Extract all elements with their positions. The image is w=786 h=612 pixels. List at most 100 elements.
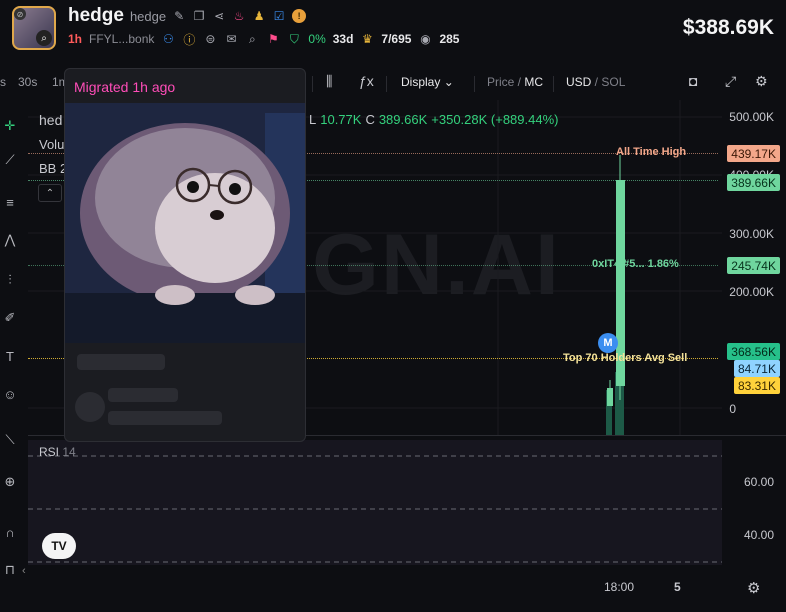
- market-cap-price: $388.69K: [682, 16, 774, 39]
- holders-age: 33d: [332, 32, 354, 46]
- token-name: hedge: [68, 5, 124, 26]
- price-option[interactable]: Price: [487, 75, 514, 89]
- magnet-icon[interactable]: ∩: [2, 524, 18, 540]
- mc-option[interactable]: MC: [524, 75, 543, 89]
- x-axis-label: 5: [674, 580, 681, 594]
- chat-icon[interactable]: ✉: [224, 32, 238, 46]
- drawing-tools-sidebar: ✛ ⟋ ≡ ⋀ ⫶ ✐ T ☺ ⟍ ⊕ ∩ ⊓: [0, 110, 20, 612]
- token-preview-popover: Migrated 1h ago: [64, 68, 306, 442]
- rsi-chart: [28, 455, 722, 563]
- bundle-icon: ⚑: [268, 32, 279, 46]
- rsi-label: RSI: [39, 445, 60, 459]
- marker-price-tag: 84.71K: [733, 360, 780, 377]
- y-axis-label: 0: [729, 402, 736, 416]
- toolbar-divider: [386, 76, 387, 92]
- eye-right: [229, 183, 241, 195]
- currency-toggle[interactable]: USD / SOL: [566, 75, 625, 89]
- coin-badge-icon: !: [292, 9, 307, 23]
- indicators-button[interactable]: ƒx: [359, 73, 374, 89]
- copy-icon[interactable]: ❐: [192, 9, 206, 23]
- token-meta-row: 1h FFYL...bonk ⚇ ⓘ ⊜ ✉ ⌕ ⚑ ⛉ 0% 33d ♛ 7/…: [68, 31, 459, 47]
- eye-icon: ◉: [420, 32, 431, 46]
- glasses-bridge: [208, 184, 220, 187]
- avg-buy-price-tag: 83.31K: [733, 377, 780, 394]
- token-image: [65, 103, 305, 343]
- crosshair-icon[interactable]: ✛: [2, 118, 18, 134]
- candle-type-icon[interactable]: ⫼: [326, 73, 332, 90]
- display-dropdown[interactable]: Display ⌄: [401, 75, 454, 89]
- top-holders-icon: ⛉: [289, 31, 299, 46]
- sol-option[interactable]: SOL: [601, 75, 625, 89]
- chevron-left-icon[interactable]: ‹: [22, 565, 26, 577]
- y-axis-label: 200.00K: [729, 285, 774, 299]
- settings-icon[interactable]: ⚙: [755, 73, 768, 90]
- fullscreen-icon[interactable]: ⤢: [725, 73, 736, 90]
- y-axis-label: 300.00K: [729, 227, 774, 241]
- contract-address[interactable]: FFYL...bonk: [89, 32, 154, 46]
- change-value: +350.28K (+889.44%): [431, 112, 559, 127]
- timeframe-30s[interactable]: 30s: [18, 75, 37, 89]
- holders-icon: ⚇: [163, 32, 174, 46]
- verified-edit-icon[interactable]: ☑: [272, 9, 286, 23]
- loading-skeleton: [77, 354, 165, 370]
- ath-annotation: All Time High: [616, 146, 687, 158]
- ruler-icon[interactable]: ⟍: [2, 432, 18, 448]
- close-value: 389.66K: [378, 112, 428, 127]
- edit-icon[interactable]: ✎: [172, 9, 186, 23]
- token-header: ⊘ ⌕ hedge hedge ✎ ❐ ⋖ ♨ ♟ ☑ ! 1h FFYL...…: [0, 0, 786, 58]
- emoji-icon[interactable]: ☺: [2, 386, 18, 402]
- candle-body[interactable]: [607, 388, 613, 406]
- toolbar-divider: [312, 76, 313, 92]
- migrated-title: Migrated 1h ago: [74, 79, 176, 95]
- token-age: 1h: [68, 32, 83, 46]
- low-label: L: [309, 112, 317, 127]
- search-icon[interactable]: ⌕: [245, 32, 259, 46]
- avg-sell-price-tag: 368.56K: [727, 343, 780, 360]
- search-icon[interactable]: ⌕: [36, 30, 52, 46]
- loading-skeleton-avatar: [75, 392, 105, 422]
- trendline-icon[interactable]: ⟋: [2, 152, 18, 168]
- token-avatar[interactable]: ⊘ ⌕: [12, 6, 56, 50]
- rsi-legend[interactable]: RSI 14: [39, 445, 76, 459]
- flame-icon: ♨: [233, 9, 245, 23]
- dev-price-tag: 245.74K: [727, 257, 780, 274]
- users-icon: ♟: [253, 9, 265, 23]
- pattern-icon[interactable]: ⋀: [2, 232, 18, 248]
- text-icon[interactable]: T: [2, 348, 18, 364]
- legend-bb[interactable]: BB 2: [39, 161, 67, 176]
- axis-settings-icon[interactable]: ⚙: [747, 579, 760, 597]
- warning-icon: ⓘ: [183, 32, 196, 47]
- legend-collapse-button[interactable]: ⌃: [38, 184, 62, 202]
- token-symbol: hedge: [129, 8, 167, 24]
- rsi-period: 14: [62, 445, 76, 459]
- usd-option[interactable]: USD: [566, 75, 591, 89]
- timeframe-s[interactable]: s: [0, 75, 6, 89]
- ohlc-legend: L 10.77K C 389.66K +350.28K (+889.44%): [309, 112, 558, 127]
- zoom-icon[interactable]: ⊕: [2, 474, 18, 490]
- migration-marker[interactable]: M: [598, 333, 618, 353]
- hedgehog-illustration: [65, 103, 305, 343]
- low-value: 10.77K: [320, 112, 362, 127]
- lock-icon[interactable]: ⊓: [2, 562, 18, 578]
- dollar-icon: ⊜: [205, 32, 216, 46]
- close-label: C: [365, 112, 375, 127]
- crown-count: 7/695: [381, 32, 412, 46]
- loading-skeleton: [108, 411, 222, 425]
- y-axis-label: 500.00K: [729, 110, 774, 124]
- tradingview-logo[interactable]: TV: [42, 533, 76, 559]
- price-mc-toggle[interactable]: Price / MC: [487, 75, 543, 89]
- display-label: Display: [401, 75, 441, 89]
- projection-icon[interactable]: ⫶: [2, 272, 18, 288]
- brush-icon[interactable]: ✐: [2, 310, 18, 326]
- fib-icon[interactable]: ≡: [2, 194, 18, 210]
- copy-icon[interactable]: ⊘: [14, 8, 26, 20]
- chevron-down-icon: ⌄: [443, 75, 454, 89]
- camera-icon[interactable]: ◘: [689, 73, 697, 89]
- holders-percent: 0%: [308, 32, 326, 46]
- dev-annotation: 0xIT4 #5... 1.86%: [592, 258, 679, 270]
- x-axis-label: 18:00: [604, 580, 635, 594]
- toolbar-divider: [553, 76, 554, 92]
- share-icon[interactable]: ⋖: [212, 9, 226, 23]
- legend-volume[interactable]: Volu: [39, 137, 64, 152]
- rsi-axis-label: 40.00: [743, 528, 774, 542]
